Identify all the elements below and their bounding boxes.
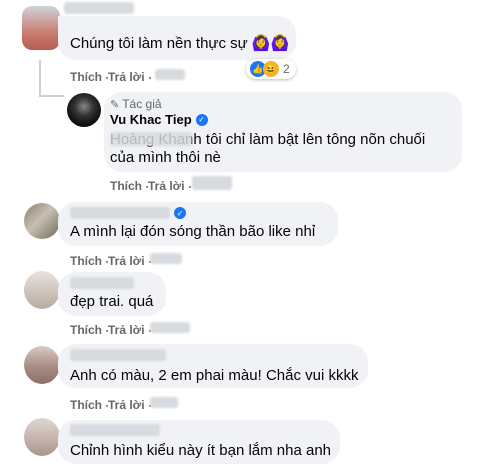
avatar[interactable] xyxy=(24,271,60,309)
comment-text: Anh có màu, 2 em phai màu! Chắc vui kkkk xyxy=(70,367,359,384)
author-name-row: Vu Khac Tiep ✓ xyxy=(110,112,208,127)
haha-reaction-icon: 😆 xyxy=(263,61,279,77)
like-link[interactable]: Thích xyxy=(70,254,102,268)
verified-icon: ✓ xyxy=(174,207,186,219)
like-link[interactable]: Thích xyxy=(70,398,102,412)
reply-link[interactable]: Trả lời xyxy=(108,254,145,268)
commenter-name-redacted[interactable] xyxy=(70,277,134,289)
timestamp-redacted xyxy=(155,69,185,80)
reply-actions: Thích Trả lời xyxy=(110,179,191,193)
thread-line xyxy=(39,60,41,97)
author-badge: ✎ Tác giả xyxy=(110,97,162,111)
author-name[interactable]: Vu Khac Tiep xyxy=(110,112,192,127)
thread-connector xyxy=(39,95,64,97)
commenter-name-redacted[interactable] xyxy=(70,207,170,219)
reply-link[interactable]: Trả lời xyxy=(108,398,145,412)
reply-link[interactable]: Trả lời xyxy=(108,70,145,84)
comment-text: đẹp trai. quá xyxy=(70,293,154,310)
timestamp-redacted xyxy=(192,176,232,190)
timestamp-redacted xyxy=(150,253,182,264)
avatar[interactable] xyxy=(24,346,60,384)
reply-link[interactable]: Trả lời xyxy=(108,323,145,337)
timestamp-redacted xyxy=(150,322,190,333)
avatar[interactable] xyxy=(22,6,60,50)
like-link[interactable]: Thích xyxy=(70,70,102,84)
like-link[interactable]: Thích xyxy=(110,179,142,193)
verified-icon: ✓ xyxy=(195,113,208,126)
like-link[interactable]: Thích xyxy=(70,323,102,337)
pencil-icon: ✎ xyxy=(110,98,120,111)
commenter-name-redacted[interactable] xyxy=(70,349,166,361)
comment-actions: Thích Trả lời xyxy=(70,254,151,268)
comment-text: Chỉnh hình kiểu này ít bạn lắm nha anh xyxy=(70,442,332,459)
comment-actions: Thích Trả lời xyxy=(70,398,151,412)
reaction-summary[interactable]: 👍 😆 2 xyxy=(246,59,296,79)
author-avatar[interactable] xyxy=(67,93,101,127)
commenter-name-redacted[interactable] xyxy=(70,424,160,436)
avatar[interactable] xyxy=(24,203,60,239)
comment-actions: Thích Trả lời xyxy=(70,323,151,337)
timestamp-redacted xyxy=(150,397,178,408)
commenter-name-redacted[interactable] xyxy=(64,2,134,14)
avatar[interactable] xyxy=(24,418,60,456)
reaction-count: 2 xyxy=(283,62,290,76)
reply-text-line-2: của mình thôi nè xyxy=(110,149,221,166)
mention-redacted xyxy=(110,132,192,146)
reply-link[interactable]: Trả lời xyxy=(148,179,185,193)
comment-text: Chúng tôi làm nền thực sự 🙆‍♀️🙆‍♀️ xyxy=(70,35,290,52)
comment-text: A mình lại đón sóng thần bão like nhỉ xyxy=(70,223,316,240)
comment-actions: Thích Trả lời xyxy=(70,70,151,84)
